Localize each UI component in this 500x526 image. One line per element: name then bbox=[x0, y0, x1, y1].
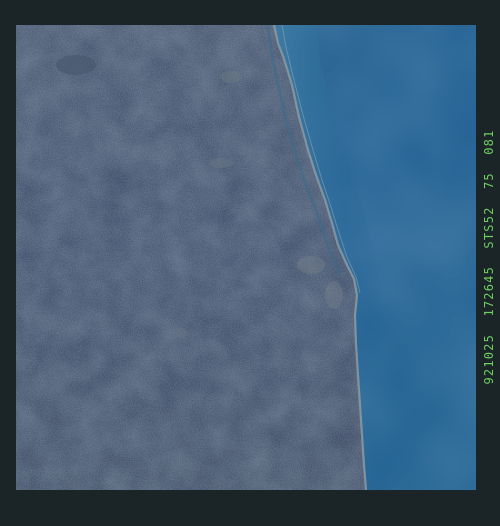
frame-annotation-text: 921025 172645 STS52 75 081 bbox=[482, 129, 496, 385]
photo-frame: 921025 172645 STS52 75 081 bbox=[0, 0, 500, 526]
coastline-image bbox=[16, 25, 476, 490]
earth-photo bbox=[16, 25, 476, 490]
frame-data-strip: 921025 172645 STS52 75 081 bbox=[478, 25, 500, 490]
